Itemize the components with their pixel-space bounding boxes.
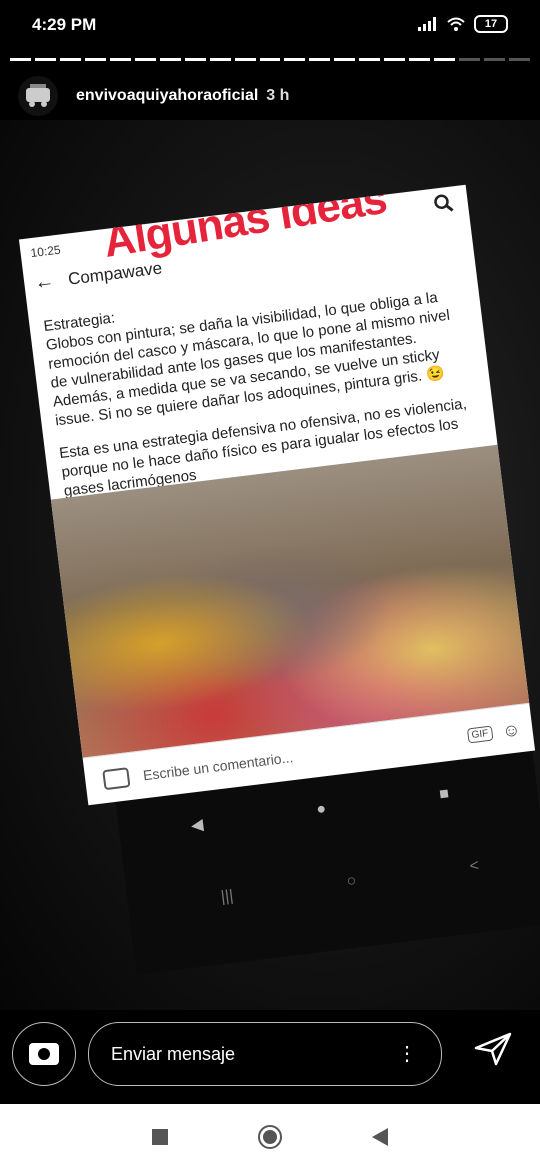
progress-segment	[259, 58, 281, 61]
story-progress	[10, 58, 531, 61]
reply-bar: Enviar mensaje ⋮	[0, 1010, 540, 1104]
send-icon[interactable]	[474, 1032, 512, 1075]
gif-icon: GIF	[466, 725, 494, 743]
system-icons: 17	[418, 15, 508, 33]
progress-segment	[34, 58, 56, 61]
story-age: 3 h	[266, 87, 290, 104]
screenshot-time: 10:25	[29, 242, 62, 261]
progress-segment	[10, 58, 31, 61]
recents-button[interactable]	[152, 1129, 168, 1145]
message-input[interactable]: Enviar mensaje ⋮	[88, 1022, 442, 1086]
story-header[interactable]: envivoaquiyahoraoficial 3 h	[18, 76, 289, 116]
progress-segment	[209, 58, 231, 61]
progress-segment	[509, 58, 531, 61]
recent-square-icon: ■	[438, 785, 451, 804]
progress-segment	[134, 58, 156, 61]
clock: 4:29 PM	[32, 15, 97, 34]
back-arrow-icon: ←	[33, 269, 56, 294]
home-outline-icon: ○	[345, 872, 358, 891]
progress-segment	[59, 58, 81, 61]
progress-segment	[459, 58, 481, 61]
progress-segment	[84, 58, 106, 61]
shared-screenshot: 10:25 ← Compawave Algunas ideas Estrateg…	[18, 184, 536, 806]
signal-icon	[418, 17, 436, 31]
emoji-icon: ☺	[500, 718, 522, 741]
back-button[interactable]	[372, 1128, 388, 1146]
progress-segment	[384, 58, 406, 61]
home-icon	[263, 1130, 277, 1144]
system-nav-bar	[0, 1104, 540, 1170]
more-vertical-icon[interactable]: ⋮	[397, 1044, 417, 1064]
progress-segment	[234, 58, 256, 61]
home-button[interactable]	[258, 1125, 282, 1149]
progress-segment	[334, 58, 356, 61]
home-circle-icon: ●	[315, 800, 328, 819]
back-chevron-icon: <	[468, 857, 480, 876]
status-bar: 4:29 PM 17	[0, 0, 540, 48]
camera-button[interactable]	[12, 1022, 76, 1086]
camera-icon	[102, 767, 131, 791]
progress-segment	[434, 58, 456, 61]
progress-segment	[159, 58, 181, 61]
search-icon	[433, 192, 456, 220]
progress-segment	[284, 58, 306, 61]
progress-segment	[359, 58, 381, 61]
progress-segment	[309, 58, 331, 61]
progress-segment	[484, 58, 506, 61]
recents-lines-icon: |||	[219, 887, 235, 906]
avatar[interactable]	[18, 76, 58, 116]
message-placeholder: Enviar mensaje	[111, 1043, 236, 1064]
progress-segment	[109, 58, 131, 61]
camera-icon	[29, 1043, 59, 1065]
battery-indicator: 17	[474, 15, 508, 33]
progress-segment	[184, 58, 206, 61]
back-triangle-icon: ◀	[189, 816, 205, 835]
story-username[interactable]: envivoaquiyahoraoficial	[76, 87, 258, 105]
progress-segment	[409, 58, 431, 61]
logo-icon	[26, 84, 50, 107]
wifi-icon	[447, 17, 465, 31]
